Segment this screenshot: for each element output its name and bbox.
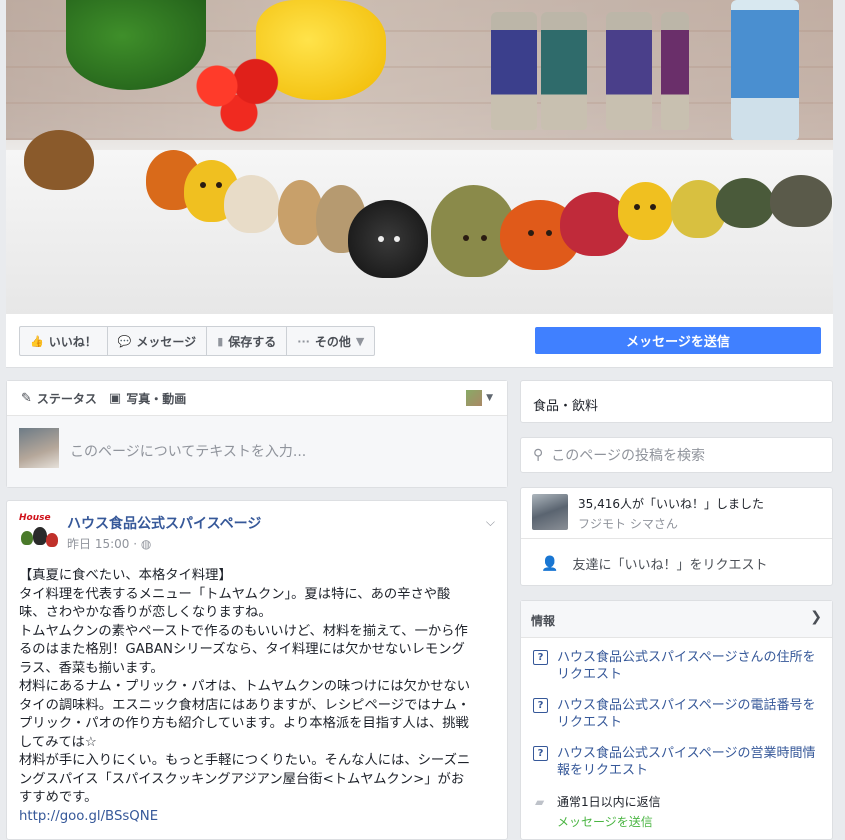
save-label: 保存する — [228, 334, 277, 349]
message-label: メッセージ — [136, 334, 197, 349]
search-icon: ⚲ — [533, 447, 544, 463]
spice-figure — [224, 175, 279, 233]
spice-jar — [731, 0, 799, 140]
request-address-link[interactable]: ? ハウス食品公式スパイスページさんの住所をリクエスト — [533, 649, 823, 683]
page-action-bar: 👍 いいね！ 💬 メッセージ ▮ 保存する ··· その他 ▼ メッセージを送信 — [6, 314, 833, 368]
spice-figure — [24, 130, 94, 190]
invite-friends-label: 友達に「いいね！」をリクエスト — [572, 558, 768, 573]
composer-input[interactable]: このページについてテキストを入力... — [70, 441, 306, 461]
question-icon: ? — [533, 650, 548, 665]
logo-figure-dark — [33, 527, 47, 545]
divider — [521, 538, 832, 539]
spice-figure — [770, 175, 832, 227]
post-body: 【真夏に食べたい、本格タイ料理】 タイ料理を代表するメニュー「トムヤムクン」。夏… — [19, 567, 499, 826]
chevron-right-icon: ❯ — [810, 609, 822, 625]
send-message-button[interactable]: メッセージを送信 — [535, 327, 821, 354]
spice-jar — [491, 12, 537, 130]
thumbs-up-icon: 👍 — [30, 334, 44, 348]
bookmark-icon: ▮ — [217, 334, 224, 348]
post-options-chevron-icon[interactable]: ⌵ — [486, 515, 495, 530]
caret-down-icon: ▼ — [486, 393, 493, 403]
page-actions-group: 👍 いいね！ 💬 メッセージ ▮ 保存する ··· その他 ▼ — [19, 326, 376, 356]
camera-icon: ▣ — [108, 390, 122, 406]
caret-down-icon: ▼ — [355, 334, 365, 348]
messenger-icon: 💬 — [117, 334, 132, 348]
page-avatar-mini — [466, 390, 483, 406]
search-posts-box[interactable]: ⚲ このページの投稿を検索 — [520, 437, 833, 473]
post-page-name[interactable]: ハウス食品公式スパイスページ — [67, 513, 261, 533]
logo-text: House — [19, 513, 51, 523]
tab-status[interactable]: ✎ ステータス — [21, 390, 97, 407]
speech-bubble-icon: ▰ — [535, 795, 545, 809]
pencil-icon: ✎ — [21, 390, 32, 406]
about-box: 情報 ❯ ? ハウス食品公式スパイスページさんの住所をリクエスト ? ハウス食品公式… — [520, 600, 833, 840]
add-person-icon: 👤 — [541, 555, 559, 572]
about-header[interactable]: 情報 ❯ — [521, 601, 832, 638]
spice-jar — [661, 12, 689, 130]
post-composer: ✎ ステータス ▣ 写真・動画 ▼ このページについてテキストを入力... — [6, 380, 508, 488]
page-post: House ハウス食品公式スパイスページ 昨日 15:00 · ◍ ⌵ 【真夏に… — [6, 500, 508, 840]
tomatoes — [184, 50, 294, 140]
save-button[interactable]: ▮ 保存する — [207, 327, 288, 355]
spice-figure — [716, 178, 774, 228]
send-message-link[interactable]: メッセージを送信 — [557, 813, 653, 830]
logo-figure-red — [46, 533, 58, 547]
response-time: 通常1日以内に返信 — [557, 795, 661, 809]
composer-tabs: ✎ ステータス ▣ 写真・動画 ▼ — [7, 381, 507, 416]
more-button[interactable]: ··· その他 ▼ — [287, 327, 374, 355]
question-icon: ? — [533, 698, 548, 713]
spice-jar — [541, 12, 587, 130]
post-timestamp[interactable]: 昨日 15:00 · ◍ — [67, 535, 151, 552]
page-logo[interactable]: House — [19, 513, 59, 553]
tab-photo-label: 写真・動画 — [126, 391, 187, 406]
friend-name[interactable]: フジモト シマさん — [578, 515, 678, 532]
globe-icon: ◍ — [140, 537, 152, 551]
page-category[interactable]: 食品・飲料 — [520, 380, 833, 423]
more-label: その他 — [314, 334, 351, 349]
invite-friends-button[interactable]: 👤 友達に「いいね！」をリクエスト — [541, 554, 768, 574]
spice-jar — [606, 12, 652, 130]
request-phone-label: ハウス食品公式スパイスページの電話番号をリクエスト — [557, 698, 816, 730]
spice-figure — [618, 182, 673, 240]
likes-box: 35,416人が「いいね！」しました フジモト シマさん 👤 友達に「いいね！」を… — [520, 487, 833, 586]
search-input[interactable]: このページの投稿を検索 — [551, 445, 705, 465]
request-hours-link[interactable]: ? ハウス食品公式スパイスページの営業時間情報をリクエスト — [533, 745, 823, 779]
tab-status-label: ステータス — [36, 391, 97, 406]
request-hours-label: ハウス食品公式スパイスページの営業時間情報をリクエスト — [557, 746, 816, 778]
about-title: 情報 — [531, 614, 556, 628]
tab-photo-video[interactable]: ▣ 写真・動画 — [109, 390, 186, 407]
post-time: 昨日 15:00 · — [67, 537, 141, 551]
likes-count[interactable]: 35,416人が「いいね！」しました — [578, 495, 764, 512]
request-address-label: ハウス食品公式スパイスページさんの住所をリクエスト — [557, 650, 816, 682]
user-avatar — [19, 428, 59, 468]
logo-figure-green — [21, 531, 33, 545]
post-as-selector[interactable]: ▼ — [466, 390, 493, 406]
like-label: いいね！ — [48, 334, 97, 349]
friend-avatar[interactable] — [532, 494, 568, 530]
composer-body: このページについてテキストを入力... — [7, 416, 507, 487]
ellipsis-icon: ··· — [297, 334, 310, 348]
request-phone-link[interactable]: ? ハウス食品公式スパイスページの電話番号をリクエスト — [533, 697, 823, 731]
spice-figure — [348, 200, 428, 278]
post-link[interactable]: http://goo.gl/BSsQNE — [19, 809, 158, 824]
message-button[interactable]: 💬 メッセージ — [108, 327, 208, 355]
question-icon: ? — [533, 746, 548, 761]
like-button[interactable]: 👍 いいね！ — [20, 327, 108, 355]
cover-photo[interactable] — [6, 0, 833, 314]
post-text: 【真夏に食べたい、本格タイ料理】 タイ料理を代表するメニュー「トムヤムクン」。夏… — [19, 568, 471, 805]
